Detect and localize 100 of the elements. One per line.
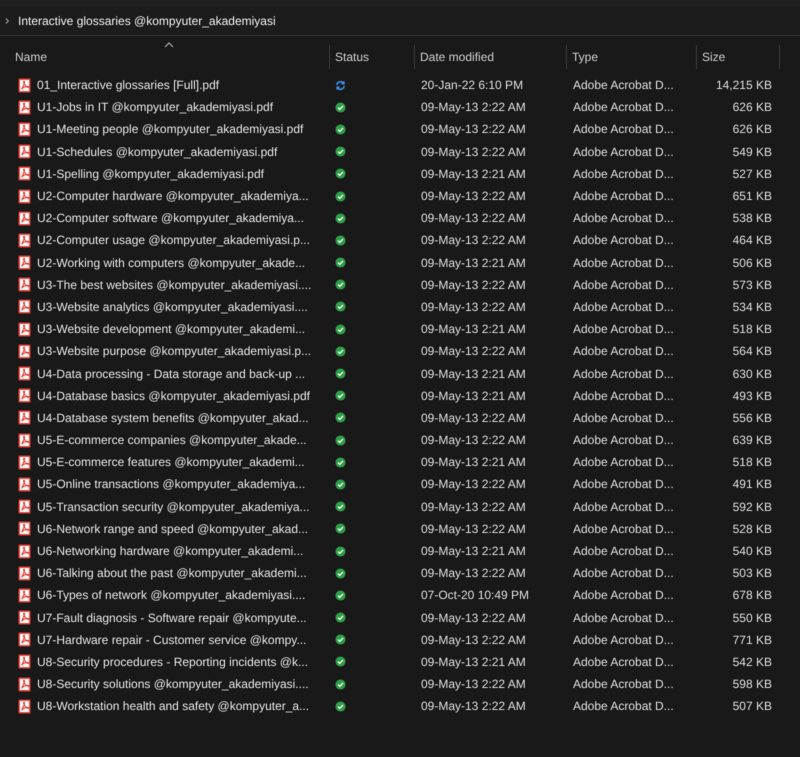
file-name[interactable]: U6-Network range and speed @kompyuter_akad... [37,522,308,536]
pdf-file-icon [18,100,31,115]
file-type: Adobe Acrobat D... [573,233,674,248]
check-icon [335,368,346,380]
file-name[interactable]: U1-Jobs in IT @kompyuter_akademiyasi.pdf [37,100,274,114]
file-size: 556 KB [732,410,772,425]
file-size: 639 KB [732,433,772,448]
date-modified: 09-May-13 2:22 AM [421,189,526,204]
file-name[interactable]: U4-Database basics @kompyuter_akademiyasi.pdf [37,388,310,403]
check-icon [335,634,346,646]
date-modified: 09-May-13 2:22 AM [421,100,526,114]
date-modified: 09-May-13 2:21 AM [421,256,526,270]
check-icon [335,324,346,335]
check-icon [335,234,346,246]
file-name[interactable]: U6-Talking about the past @kompyuter_akademi... [37,566,307,580]
file-size: 14,215 KB [716,78,772,92]
pdf-file-icon [18,432,31,448]
file-name[interactable]: U4-Data processing - Data storage and back-up ... [37,366,306,381]
pdf-file-icon [18,521,31,536]
file-name[interactable]: U1-Schedules @kompyuter_akademiyasi.pdf [37,144,278,159]
file-type: Adobe Acrobat D... [573,500,674,514]
file-size: 538 KB [732,211,772,226]
date-modified: 09-May-13 2:22 AM [421,477,526,492]
file-size: 651 KB [732,189,772,204]
date-modified: 09-May-13 2:22 AM [421,278,526,292]
date-modified: 09-May-13 2:22 AM [421,144,526,159]
file-name[interactable]: U5-E-commerce companies @kompyuter_akade... [37,433,307,448]
file-name[interactable]: U3-Website development @kompyuter_akademi... [37,322,306,336]
check-icon [335,124,346,135]
file-name[interactable]: U7-Hardware repair - Customer service @kompy... [37,632,306,647]
check-icon [335,656,346,668]
date-modified: 09-May-13 2:21 AM [421,322,526,336]
file-size: 630 KB [732,366,772,381]
file-type: Adobe Acrobat D... [573,610,674,625]
date-modified: 09-May-13 2:22 AM [421,699,526,714]
file-type: Adobe Acrobat D... [573,588,674,602]
file-name[interactable]: U8-Security solutions @kompyuter_akademiyasi.... [37,677,309,692]
file-name[interactable]: U7-Fault diagnosis - Software repair @kompyute... [37,610,307,625]
file-name[interactable]: U5-E-commerce features @kompyuter_akademi... [37,455,305,470]
file-name[interactable]: U1-Meeting people @kompyuter_akademiyasi.pdf [37,122,304,136]
file-type: Adobe Acrobat D... [573,300,674,314]
file-type: Adobe Acrobat D... [573,522,674,536]
column-header[interactable]: Name [10,45,330,69]
column-header[interactable]: Date modified [415,45,567,69]
date-modified: 09-May-13 2:22 AM [421,433,526,448]
date-modified: 09-May-13 2:21 AM [421,166,526,181]
file-type: Adobe Acrobat D... [573,699,674,714]
date-modified: 09-May-13 2:21 AM [421,366,526,381]
file-size: 626 KB [732,100,772,114]
check-icon [335,212,346,224]
file-name[interactable]: U2-Computer hardware @kompyuter_akademiya... [37,189,309,204]
pdf-file-icon [18,698,31,714]
check-icon [335,501,346,512]
check-icon [335,346,346,357]
file-name[interactable]: U2-Working with computers @kompyuter_akade... [37,256,306,270]
file-name[interactable]: U6-Types of network @kompyuter_akademiyasi.... [37,588,306,602]
pdf-file-icon [18,277,31,292]
date-modified: 09-May-13 2:21 AM [421,455,526,470]
file-name[interactable]: U2-Computer usage @kompyuter_akademiyasi.p... [37,233,310,248]
file-name[interactable]: U1-Spelling @kompyuter_akademiyasi.pdf [37,166,264,181]
date-modified: 09-May-13 2:22 AM [421,211,526,226]
file-size: 506 KB [732,256,772,270]
check-icon [335,434,346,446]
file-size: 542 KB [732,654,772,669]
date-modified: 09-May-13 2:22 AM [421,632,526,647]
check-icon [335,546,346,557]
file-name[interactable]: U5-Online transactions @kompyuter_akademiya... [37,477,306,492]
check-icon [335,568,346,579]
file-name[interactable]: 01_Interactive glossaries [Full].pdf [37,78,220,92]
column-header[interactable]: Type [567,45,697,69]
file-name[interactable]: U3-The best websites @kompyuter_akademiyasi.... [37,278,312,292]
file-size: 598 KB [732,677,772,692]
file-type: Adobe Acrobat D... [573,322,674,336]
file-name[interactable]: U5-Transaction security @kompyuter_akademiya... [37,500,310,514]
column-header[interactable]: Status [330,45,415,69]
file-size: 678 KB [732,588,772,602]
file-name[interactable]: U3-Website analytics @kompyuter_akademiyasi.... [37,300,308,314]
file-name[interactable]: U4-Database system benefits @kompyuter_akad... [37,410,309,425]
check-icon [335,456,346,468]
column-header[interactable]: Size [697,45,780,69]
file-size: 626 KB [732,122,772,136]
date-modified: 09-May-13 2:22 AM [421,300,526,314]
file-type: Adobe Acrobat D... [573,388,674,403]
check-icon [335,168,346,180]
file-name[interactable]: U6-Networking hardware @kompyuter_akademi... [37,544,304,558]
file-name[interactable]: U2-Computer software @kompyuter_akademiya... [37,211,304,226]
pdf-file-icon [18,388,31,404]
pdf-file-icon [18,232,31,248]
pdf-file-icon [18,499,31,514]
file-name[interactable]: U8-Security procedures - Reporting incidents @k... [37,654,308,669]
date-modified: 09-May-13 2:22 AM [421,522,526,536]
check-icon [335,257,346,268]
file-name[interactable]: U8-Workstation health and safety @kompyuter_a... [37,699,310,714]
pdf-file-icon [18,476,31,492]
file-size: 549 KB [732,144,772,159]
pdf-file-icon [18,654,31,670]
file-name[interactable]: U3-Website purpose @kompyuter_akademiyasi.p... [37,344,312,358]
pdf-file-icon [18,322,31,337]
date-modified: 09-May-13 2:21 AM [421,388,526,403]
check-icon [335,279,346,290]
